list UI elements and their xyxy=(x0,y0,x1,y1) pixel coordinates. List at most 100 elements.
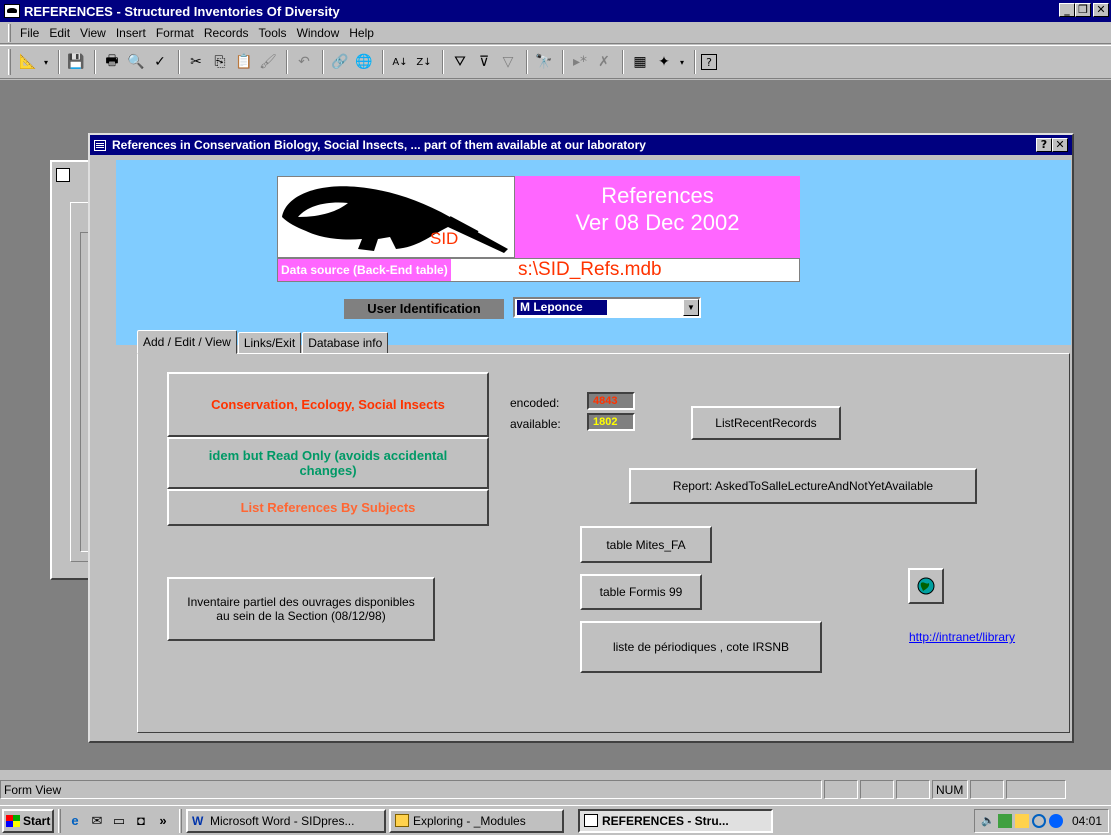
menu-window[interactable]: Window xyxy=(292,26,345,40)
status-cell-4 xyxy=(970,779,1004,799)
toolbar-separator xyxy=(622,50,624,74)
logo-text: SID xyxy=(430,229,459,248)
table-formis-button[interactable]: table Formis 99 xyxy=(580,574,702,610)
database-window-icon[interactable]: ▦ xyxy=(629,51,651,73)
version-title: References xyxy=(601,183,714,208)
status-cell-3 xyxy=(896,779,930,799)
paste-icon[interactable]: 📋 xyxy=(233,51,255,73)
restore-button[interactable]: ❐ xyxy=(1075,3,1091,17)
list-by-subjects-button[interactable]: List References By Subjects xyxy=(167,489,489,526)
menu-records[interactable]: Records xyxy=(199,26,254,40)
internet-explorer-icon[interactable]: e xyxy=(65,811,85,831)
chevron-down-icon[interactable]: ▼ xyxy=(683,299,699,316)
tab-links-exit[interactable]: Links/Exit xyxy=(237,332,302,354)
minimize-button[interactable]: _ xyxy=(1059,3,1075,17)
table-mites-button[interactable]: table Mites_FA xyxy=(580,526,712,563)
list-recent-records-button[interactable]: ListRecentRecords xyxy=(691,406,841,440)
clock[interactable]: 04:01 xyxy=(1072,814,1102,828)
toolbar-separator xyxy=(322,50,324,74)
new-record-icon[interactable]: ▸* xyxy=(569,51,591,73)
toolbar-separator xyxy=(562,50,564,74)
quick-launch-app-icon[interactable]: ◘ xyxy=(131,811,151,831)
toolbar-grip[interactable] xyxy=(8,49,11,75)
form-title: References in Conservation Biology, Soci… xyxy=(112,138,646,152)
network-icon[interactable] xyxy=(997,814,1012,828)
quicklaunch-grip[interactable] xyxy=(58,808,61,833)
menu-grip[interactable] xyxy=(8,23,11,42)
read-only-button[interactable]: idem but Read Only (avoids accidental ch… xyxy=(167,437,489,489)
task-microsoft-word[interactable]: W Microsoft Word - SIDpres... xyxy=(186,808,386,833)
status-cell-2 xyxy=(860,779,894,799)
filter-by-form-icon[interactable]: ⊽ xyxy=(473,51,495,73)
delete-record-icon[interactable]: ✗ xyxy=(593,51,615,73)
user-identification-value[interactable]: M Leponce xyxy=(517,300,607,315)
toolbar-separator xyxy=(94,50,96,74)
task-exploring-modules[interactable]: Exploring - _Modules xyxy=(389,808,564,833)
new-object-icon[interactable]: ✦ xyxy=(653,51,675,73)
volume-icon[interactable]: 🔈 xyxy=(981,814,995,828)
encoded-count: 4843 xyxy=(587,392,635,410)
design-view-icon[interactable]: 📐 xyxy=(17,51,39,73)
form-title-bar[interactable]: References in Conservation Biology, Soci… xyxy=(90,135,1072,155)
menu-file[interactable]: File xyxy=(15,26,44,40)
menu-insert[interactable]: Insert xyxy=(111,26,151,40)
sort-descending-icon[interactable]: Z↓ xyxy=(413,51,435,73)
print-icon[interactable]: 🖶 xyxy=(101,51,123,73)
menu-tools[interactable]: Tools xyxy=(254,26,292,40)
close-button[interactable]: ✕ xyxy=(1093,3,1109,17)
outlook-express-icon[interactable]: ✉ xyxy=(87,811,107,831)
database-window-icon xyxy=(56,168,70,182)
version-banner: References Ver 08 Dec 2002 xyxy=(515,176,800,258)
apply-filter-icon[interactable]: ▽ xyxy=(497,51,519,73)
dropdown-arrow-icon[interactable]: ▾ xyxy=(677,51,687,73)
menu-format[interactable]: Format xyxy=(151,26,199,40)
task-references[interactable]: REFERENCES - Stru... xyxy=(578,808,773,833)
toolbar-separator xyxy=(526,50,528,74)
data-source-value: s:\SID_Refs.mdb xyxy=(518,259,662,280)
menu-edit[interactable]: Edit xyxy=(44,26,75,40)
available-label: available: xyxy=(510,417,561,431)
toolbar-separator xyxy=(694,50,696,74)
spelling-icon[interactable]: ✓ xyxy=(149,51,171,73)
tray-app-icon[interactable] xyxy=(1014,814,1029,828)
form-icon xyxy=(94,139,106,151)
tasks-grip[interactable] xyxy=(179,808,182,833)
report-asked-button[interactable]: Report: AskedToSalleLectureAndNotYetAvai… xyxy=(629,468,977,504)
status-cell-5 xyxy=(1006,779,1066,799)
taskbar: Start e ✉ ▭ ◘ » W Microsoft Word - SIDpr… xyxy=(0,805,1111,835)
web-toolbar-icon[interactable]: 🌐 xyxy=(353,51,375,73)
user-identification-combo[interactable]: M Leponce ▼ xyxy=(513,297,701,318)
undo-icon[interactable]: ↶ xyxy=(293,51,315,73)
references-form-window: References in Conservation Biology, Soci… xyxy=(88,133,1074,743)
form-close-button[interactable]: ✕ xyxy=(1052,138,1068,152)
start-button[interactable]: Start xyxy=(2,808,54,833)
form-help-button[interactable]: ? xyxy=(1036,138,1052,152)
app-title-bar[interactable]: REFERENCES - Structured Inventories Of D… xyxy=(0,0,1111,22)
liste-periodiques-button[interactable]: liste de périodiques , cote IRSNB xyxy=(580,621,822,673)
menu-view[interactable]: View xyxy=(75,26,111,40)
toolbar-separator xyxy=(58,50,60,74)
sort-ascending-icon[interactable]: A↓ xyxy=(389,51,411,73)
filter-by-selection-icon[interactable]: ⛛ xyxy=(449,51,471,73)
find-icon[interactable]: 🔭 xyxy=(533,51,555,73)
insert-hyperlink-icon[interactable]: 🔗 xyxy=(329,51,351,73)
copy-icon[interactable]: ⎘ xyxy=(209,51,231,73)
tray-sync-icon[interactable] xyxy=(1031,814,1046,828)
format-painter-icon[interactable]: 🖌 xyxy=(257,51,279,73)
save-icon[interactable]: 💾 xyxy=(65,51,87,73)
windows-logo-icon xyxy=(6,814,20,827)
inventaire-partiel-button[interactable]: Inventaire partiel des ouvrages disponib… xyxy=(167,577,435,641)
print-preview-icon[interactable]: 🔍 xyxy=(125,51,147,73)
tab-database-info[interactable]: Database info xyxy=(302,332,389,354)
menu-help[interactable]: Help xyxy=(344,26,379,40)
help-icon[interactable]: ? xyxy=(701,54,717,70)
cut-icon[interactable]: ✂ xyxy=(185,51,207,73)
dropdown-arrow-icon[interactable]: ▾ xyxy=(41,51,51,73)
quicklaunch-more-chevron-icon[interactable]: » xyxy=(153,811,173,831)
tab-add-edit-view[interactable]: Add / Edit / View xyxy=(137,330,237,354)
show-desktop-icon[interactable]: ▭ xyxy=(109,811,129,831)
intranet-globe-button[interactable] xyxy=(908,568,944,604)
conservation-ecology-button[interactable]: Conservation, Ecology, Social Insects xyxy=(167,372,489,437)
tray-messenger-icon[interactable] xyxy=(1048,814,1063,828)
intranet-library-link[interactable]: http://intranet/library xyxy=(909,630,1015,644)
